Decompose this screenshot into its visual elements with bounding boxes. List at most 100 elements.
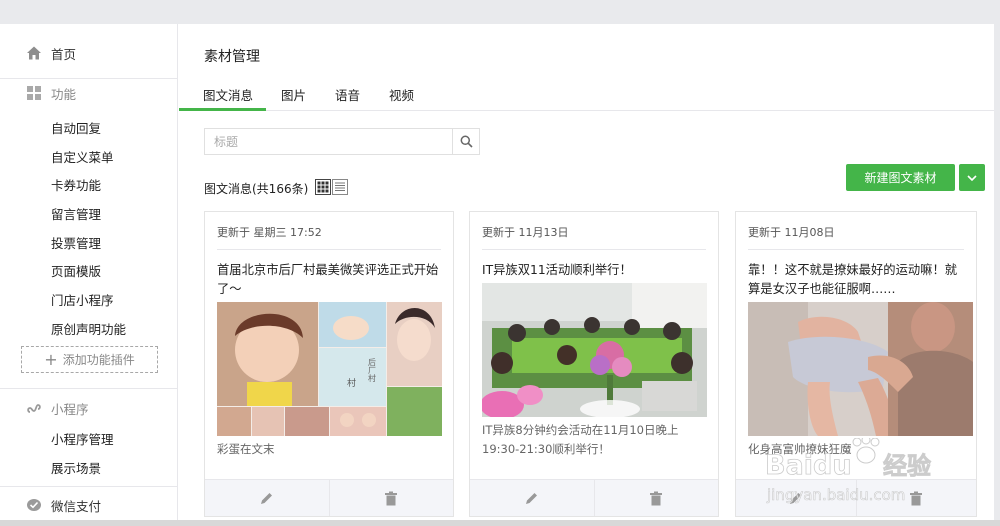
sidebar-item-label: 留言管理	[51, 206, 102, 222]
tab-images[interactable]: 图片	[281, 80, 306, 111]
card-actions	[205, 479, 453, 516]
news-card[interactable]: 更新于 11月08日 靠！！这不就是撩妹最好的运动嘛！就算是女汉子也能征服啊……	[735, 211, 977, 517]
edit-button[interactable]	[736, 480, 857, 516]
sidebar-divider	[0, 388, 178, 389]
news-count-label: 图文消息(共166条)	[204, 182, 309, 196]
sidebar-item-page-templates[interactable]: 页面模版	[0, 256, 178, 285]
card-title[interactable]: IT异族双11活动顺利举行！	[482, 261, 706, 280]
trash-icon	[650, 491, 663, 505]
sidebar-item-label: 卡券功能	[51, 178, 102, 194]
pencil-icon	[790, 492, 802, 504]
pencil-icon	[526, 492, 538, 504]
sidebar-item-label: 门店小程序	[51, 292, 114, 308]
sidebar-miniprogram-section: 小程序 小程序管理 展示场景	[0, 393, 178, 481]
event-photo	[482, 283, 707, 417]
card-cover-image	[748, 302, 973, 436]
sidebar-pay-section: 微信支付	[0, 490, 178, 520]
delete-button[interactable]	[330, 480, 454, 516]
card-digest: 化身高富帅撩妹狂魔	[748, 442, 852, 456]
search-box	[204, 128, 480, 155]
sport-photo	[748, 302, 973, 436]
sidebar-features-section: 功能 自动回复 自定义菜单 卡券功能 留言管理 投票管理 页面模版 门店小程序 …	[0, 78, 178, 343]
card-title[interactable]: 靠！！这不就是撩妹最好的运动嘛！就算是女汉子也能征服啊……	[748, 261, 964, 299]
card-digest: IT异族8分钟约会活动在11月10日晚上19:30-21:30顺利举行！	[482, 423, 679, 456]
news-card[interactable]: 更新于 11月13日 IT异族双11活动顺利举行！ IT异族8分钟约会活动在11…	[469, 211, 719, 517]
grid-view-icon	[317, 181, 329, 193]
home-icon	[27, 46, 41, 60]
new-news-label: 新建图文素材	[864, 171, 937, 185]
sidebar-item-coupons[interactable]: 卡券功能	[0, 170, 178, 199]
sidebar-group-label: 功能	[51, 86, 77, 102]
tab-label: 视频	[389, 88, 415, 103]
sidebar-item-label: 自定义菜单	[51, 149, 114, 165]
add-plugin-label: 添加功能插件	[62, 353, 135, 367]
sidebar-item-original-declaration[interactable]: 原创声明功能	[0, 314, 178, 343]
card-separator	[482, 249, 706, 250]
card-separator	[748, 249, 964, 250]
card-date: 更新于 星期三 17:52	[217, 226, 322, 239]
sidebar-item-label: 小程序管理	[51, 431, 114, 447]
plus-icon: +	[44, 349, 58, 369]
sidebar-item-label: 投票管理	[51, 235, 102, 251]
sidebar-item-label: 展示场景	[51, 460, 102, 476]
sidebar-item-custom-menu[interactable]: 自定义菜单	[0, 142, 178, 171]
wechat-pay-icon	[27, 499, 41, 511]
sidebar-group-miniprogram: 小程序	[0, 393, 178, 423]
sidebar-item-display-scenes[interactable]: 展示场景	[0, 453, 178, 482]
tab-news[interactable]: 图文消息	[179, 80, 266, 111]
app-frame: 首页 功能 自动回复 自定义菜单 卡券功能 留言管理 投票管理 页面模版 门店小…	[0, 24, 994, 520]
card-actions	[736, 479, 976, 516]
sidebar-item-comments[interactable]: 留言管理	[0, 199, 178, 228]
grid-view-button[interactable]	[315, 179, 331, 195]
card-separator	[217, 249, 441, 250]
sidebar-group-label: 小程序	[51, 401, 89, 417]
card-title[interactable]: 首届北京市后厂村最美微笑评选正式开始了～	[217, 261, 441, 299]
view-toggle	[315, 179, 349, 195]
sidebar-item-label: 页面模版	[51, 264, 102, 280]
news-card[interactable]: 更新于 星期三 17:52 首届北京市后厂村最美微笑评选正式开始了～ 村 后厂村	[204, 211, 454, 517]
sidebar-item-home[interactable]: 首页	[0, 38, 178, 68]
chevron-down-icon	[967, 174, 977, 181]
sidebar-item-auto-reply[interactable]: 自动回复	[0, 113, 178, 142]
new-news-button[interactable]: 新建图文素材	[846, 164, 955, 191]
bottom-strip	[0, 520, 1000, 526]
tab-label: 语音	[335, 88, 361, 103]
edit-button[interactable]	[205, 480, 330, 516]
sidebar-item-wechat-pay[interactable]: 微信支付	[0, 490, 178, 520]
sidebar-group-features: 功能	[0, 78, 178, 108]
photo-collage: 村 后厂村	[217, 302, 442, 436]
edit-button[interactable]	[470, 480, 595, 516]
pencil-icon	[261, 492, 273, 504]
sidebar-home-section: 首页	[0, 38, 178, 68]
search-input[interactable]	[205, 129, 453, 154]
collage-caption: 村	[347, 377, 356, 389]
sidebar-item-miniprogram-manage[interactable]: 小程序管理	[0, 424, 178, 453]
trash-icon	[385, 491, 398, 505]
sidebar-item-label: 首页	[51, 46, 77, 62]
card-date: 更新于 11月08日	[748, 226, 835, 239]
sidebar-item-store-miniprogram[interactable]: 门店小程序	[0, 285, 178, 314]
search-button[interactable]	[452, 129, 479, 154]
add-plugin-button[interactable]: + 添加功能插件	[21, 346, 158, 373]
card-cover-image: 村 后厂村	[217, 302, 442, 436]
material-tabs: 图文消息 图片 语音 视频	[179, 80, 994, 111]
window-top-strip	[0, 0, 1000, 24]
card-cover-image	[482, 283, 707, 417]
list-view-button[interactable]	[332, 179, 348, 195]
delete-button[interactable]	[857, 480, 977, 516]
trash-icon	[910, 491, 923, 505]
delete-button[interactable]	[595, 480, 719, 516]
tab-voice[interactable]: 语音	[335, 80, 360, 111]
sidebar: 首页 功能 自动回复 自定义菜单 卡券功能 留言管理 投票管理 页面模版 门店小…	[0, 24, 178, 520]
tab-video[interactable]: 视频	[389, 80, 414, 111]
sidebar-item-label: 微信支付	[51, 498, 102, 514]
new-dropdown-button[interactable]	[959, 164, 985, 191]
card-digest: 彩蛋在文末	[217, 442, 275, 456]
grid-icon	[27, 86, 41, 100]
miniprogram-icon	[27, 404, 41, 413]
main-content: 素材管理 图文消息 图片 语音 视频 图文消息(	[179, 24, 994, 520]
sidebar-divider	[0, 486, 178, 487]
collage-caption: 后厂村	[368, 357, 377, 382]
sidebar-item-voting[interactable]: 投票管理	[0, 228, 178, 257]
tab-label: 图文消息	[203, 88, 254, 103]
